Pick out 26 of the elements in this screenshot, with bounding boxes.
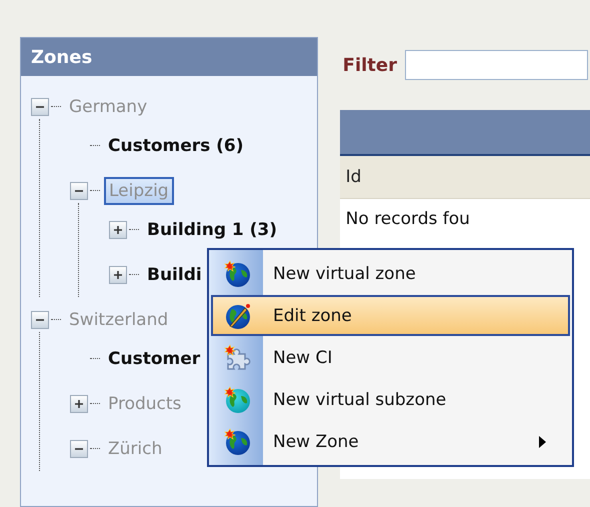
column-header[interactable]: Id [340, 156, 590, 199]
collapse-icon[interactable] [70, 182, 88, 200]
panel-title: Zones [21, 38, 317, 76]
tree-item[interactable]: Customer [104, 346, 204, 372]
collapse-icon[interactable] [31, 310, 49, 328]
menu-item[interactable]: New virtual subzone [211, 379, 570, 420]
filter-label: Filter [342, 54, 397, 76]
expand-icon[interactable] [70, 394, 88, 412]
globe-icon [224, 428, 252, 456]
globe-pencil-icon [224, 302, 252, 330]
tree-item[interactable]: Building 1 (3) [143, 216, 282, 242]
menu-item[interactable]: New CI [211, 337, 570, 378]
empty-message: No records fou [340, 199, 590, 239]
menu-item[interactable]: New virtual zone [211, 253, 570, 294]
collapse-icon[interactable] [31, 98, 49, 116]
puzzle-icon [224, 344, 252, 372]
tree-item[interactable]: Buildi [143, 262, 206, 288]
globe-icon [224, 386, 252, 414]
menu-item[interactable]: Edit zone [211, 295, 570, 336]
expand-icon[interactable] [109, 220, 127, 238]
menu-item[interactable]: New Zone [211, 421, 570, 462]
tree-item[interactable]: Customers (6) [104, 132, 248, 158]
expand-icon[interactable] [109, 266, 127, 284]
collapse-icon[interactable] [70, 440, 88, 458]
filter-field[interactable] [405, 50, 588, 80]
globe-icon [224, 260, 252, 288]
